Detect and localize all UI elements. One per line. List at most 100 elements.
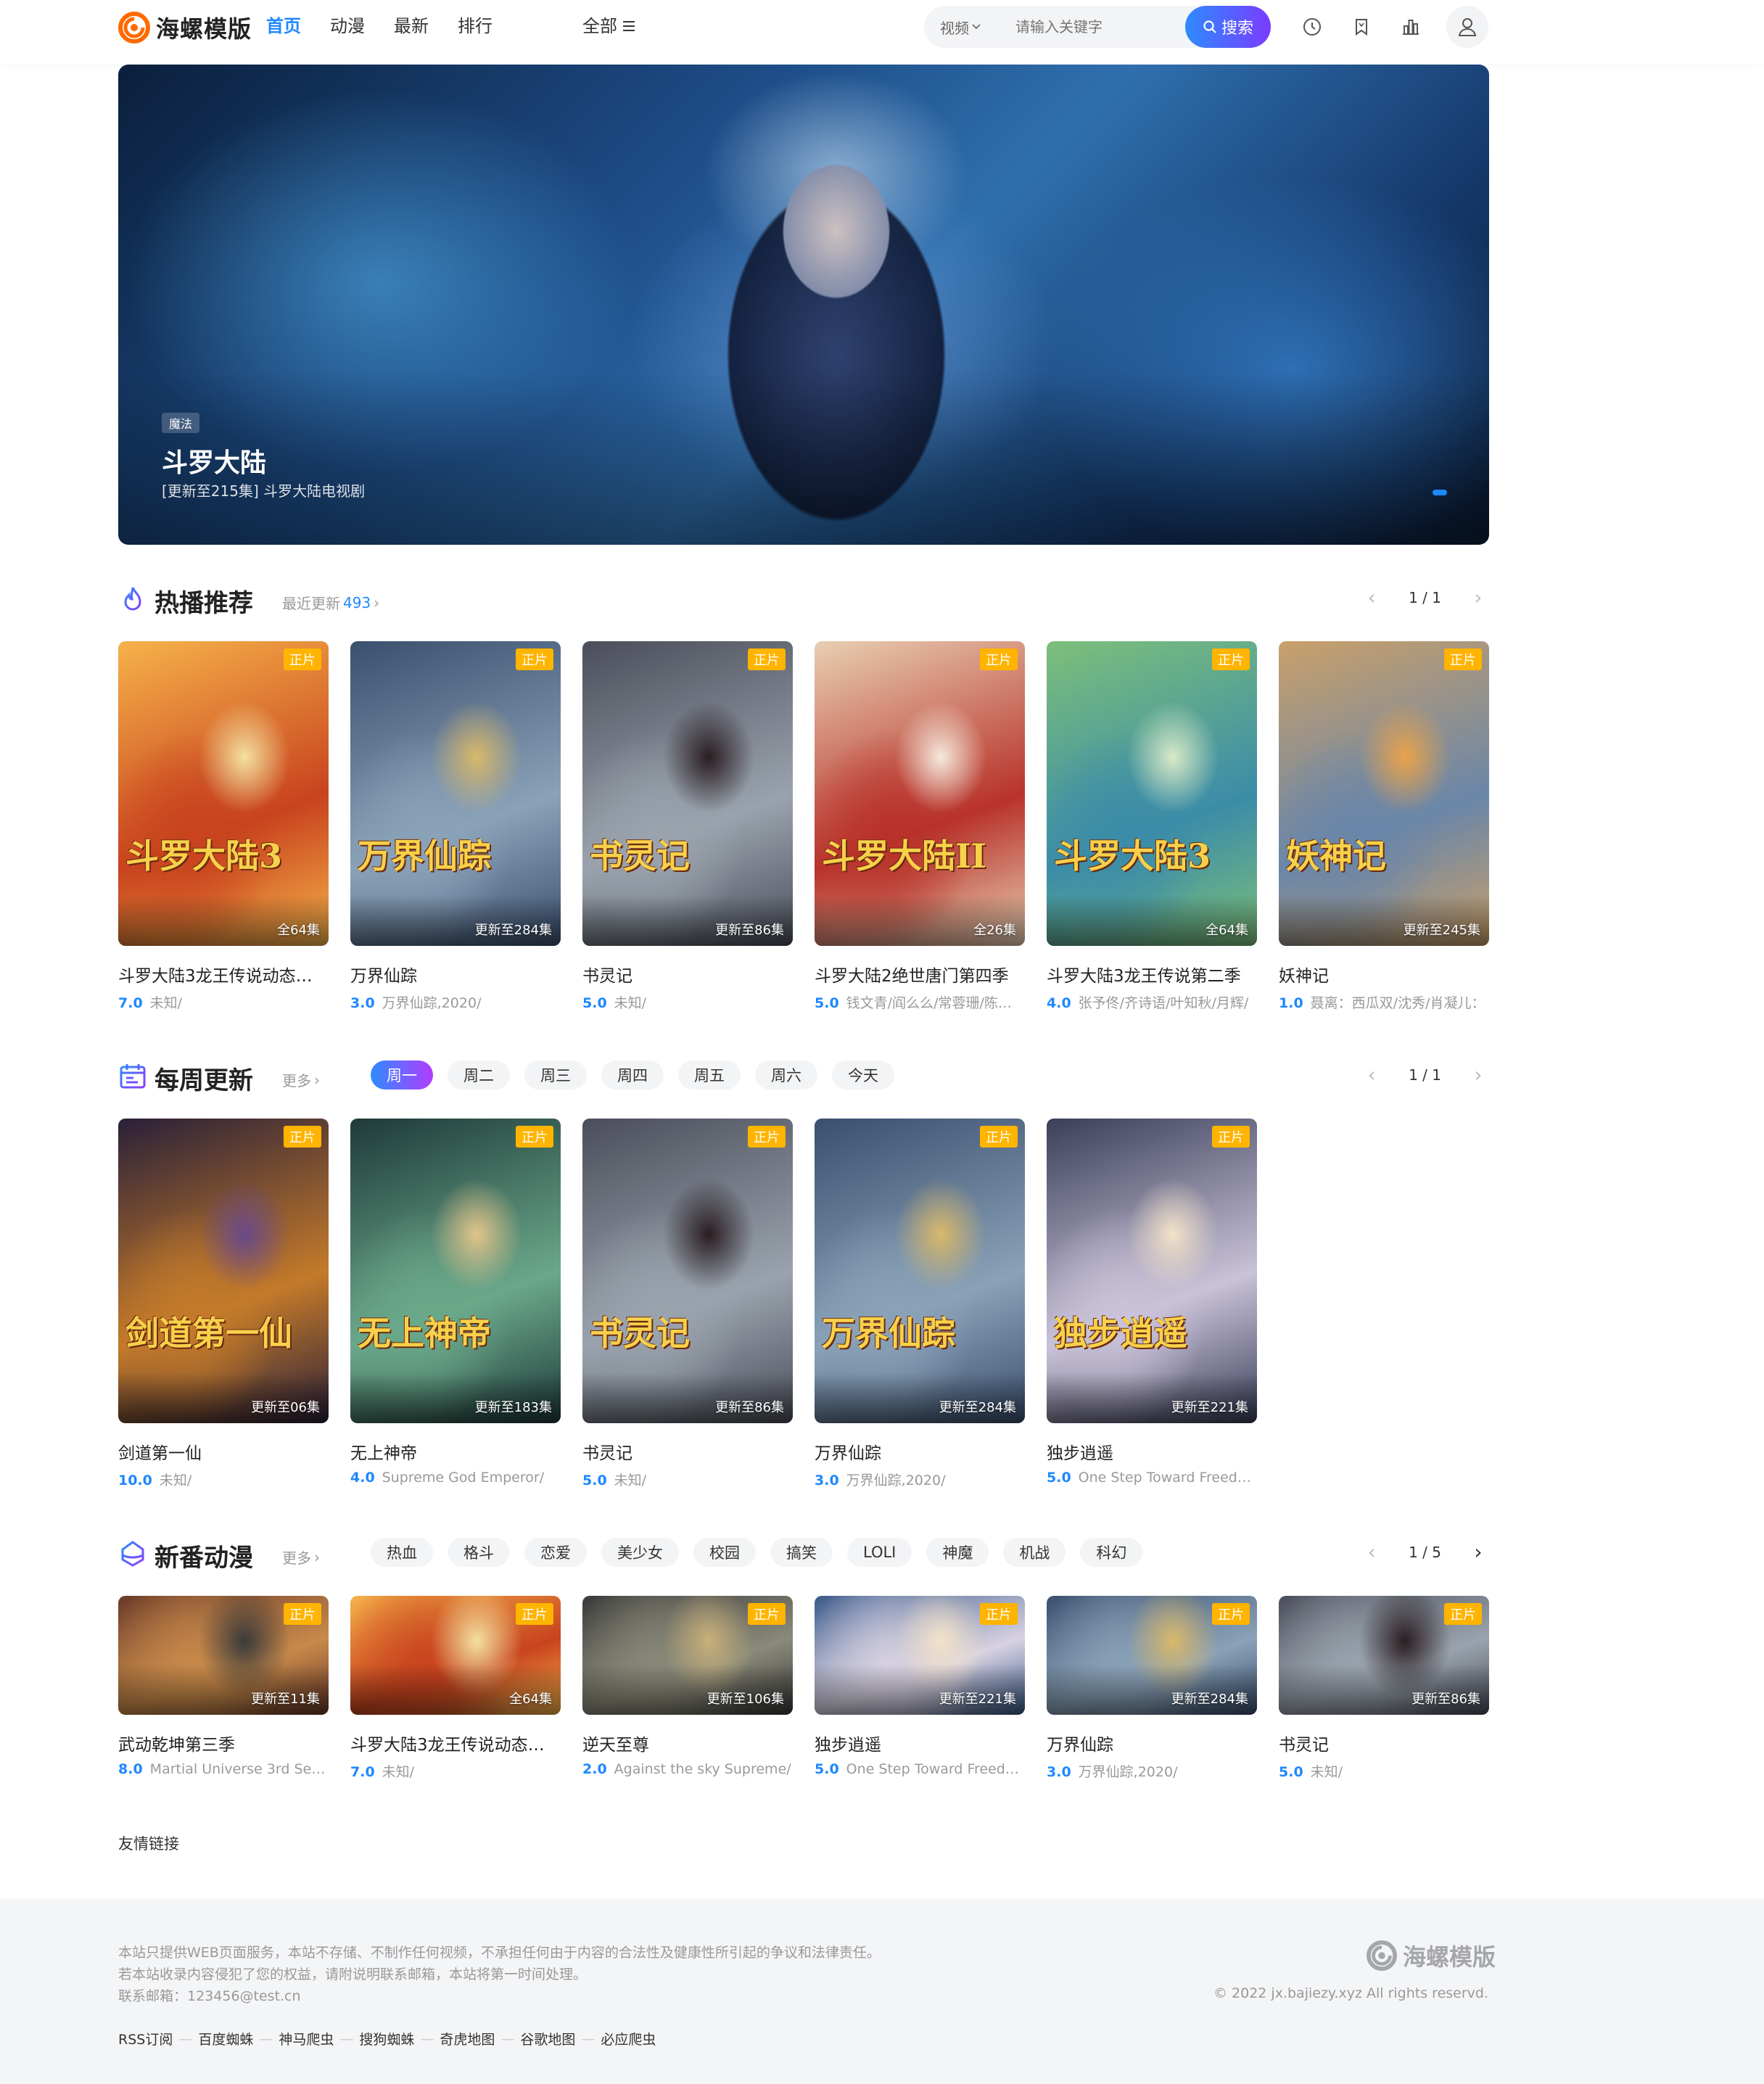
poster-image[interactable]: 书灵记 正片 更新至86集: [582, 641, 793, 946]
genre-tab[interactable]: 格斗: [448, 1538, 510, 1567]
card-title[interactable]: 万界仙踪: [350, 962, 561, 987]
newanime-card[interactable]: 正片 更新至86集 书灵记 5.0 未知/: [1279, 1596, 1489, 1781]
hot-card[interactable]: 斗罗大陆II 正片 全26集 斗罗大陆2绝世唐门第四季 5.0 钱文青/阎么么/常蓉珊/陈…: [815, 641, 1025, 1012]
card-title[interactable]: 书灵记: [582, 1439, 793, 1464]
banner-pagination-dot[interactable]: [1433, 490, 1447, 495]
poster-image[interactable]: 正片 更新至221集: [815, 1596, 1025, 1715]
footer-link[interactable]: 百度蜘蛛: [198, 2029, 253, 2048]
weekly-prev-icon[interactable]: ‹: [1361, 1065, 1382, 1085]
card-title[interactable]: 万界仙踪: [815, 1439, 1025, 1464]
poster-image[interactable]: 正片 更新至106集: [582, 1596, 793, 1715]
genre-tab[interactable]: 搞笑: [770, 1538, 833, 1567]
card-title[interactable]: 斗罗大陆3龙王传说动态漫画: [350, 1731, 561, 1755]
hot-card[interactable]: 万界仙踪 正片 更新至284集 万界仙踪 3.0 万界仙踪,2020/: [350, 641, 561, 1012]
newanime-more-link[interactable]: 更多 ›: [282, 1546, 320, 1568]
weekly-card[interactable]: 剑道第一仙 正片 更新至06集 剑道第一仙 10.0 未知/: [118, 1119, 329, 1489]
card-title[interactable]: 书灵记: [1279, 1731, 1489, 1755]
ranking-button[interactable]: [1394, 10, 1427, 44]
weekday-tab[interactable]: 周二: [448, 1060, 510, 1090]
card-title[interactable]: 万界仙踪: [1047, 1731, 1257, 1755]
weekday-tab[interactable]: 今天: [832, 1060, 894, 1090]
history-button[interactable]: [1295, 10, 1329, 44]
poster-image[interactable]: 正片 更新至86集: [1279, 1596, 1489, 1715]
card-title[interactable]: 逆天至尊: [582, 1731, 793, 1755]
hot-prev-icon[interactable]: ‹: [1361, 588, 1382, 608]
poster-image[interactable]: 正片 更新至284集: [1047, 1596, 1257, 1715]
newanime-next-icon[interactable]: ›: [1467, 1542, 1489, 1562]
nav-anime[interactable]: 动漫: [330, 15, 365, 38]
poster-image[interactable]: 万界仙踪 正片 更新至284集: [815, 1119, 1025, 1423]
poster-title-art: 万界仙踪: [358, 836, 491, 876]
search-button[interactable]: 搜索: [1185, 6, 1271, 48]
poster-image[interactable]: 正片 全64集: [350, 1596, 561, 1715]
newanime-card[interactable]: 正片 更新至221集 独步逍遥 5.0 One Step Toward Freedom/: [815, 1596, 1025, 1781]
genre-tab[interactable]: 恋爱: [524, 1538, 587, 1567]
footer-link[interactable]: 搜狗蜘蛛: [359, 2029, 414, 2048]
card-title[interactable]: 斗罗大陆2绝世唐门第四季: [815, 962, 1025, 987]
card-title[interactable]: 独步逍遥: [1047, 1439, 1257, 1464]
card-title[interactable]: 独步逍遥: [815, 1731, 1025, 1755]
footer-link[interactable]: 谷歌地图: [520, 2029, 575, 2048]
hot-card[interactable]: 妖神记 正片 更新至245集 妖神记 1.0 聂离：西瓜双/沈秀/肖凝儿：: [1279, 641, 1489, 1012]
genre-tab[interactable]: 热血: [371, 1538, 433, 1567]
newanime-prev-icon[interactable]: ‹: [1361, 1542, 1382, 1562]
poster-image[interactable]: 斗罗大陆3 正片 全64集: [1047, 641, 1257, 946]
footer-link[interactable]: 神马爬虫: [279, 2029, 334, 2048]
hot-recent-link[interactable]: 最近更新 493 ›: [282, 592, 379, 613]
poster-image[interactable]: 独步逍遥 正片 更新至221集: [1047, 1119, 1257, 1423]
poster-image[interactable]: 斗罗大陆II 正片 全26集: [815, 641, 1025, 946]
weekday-tab[interactable]: 周四: [601, 1060, 664, 1090]
card-title[interactable]: 斗罗大陆3龙王传说动态漫画: [118, 962, 329, 987]
card-title[interactable]: 武动乾坤第三季: [118, 1731, 329, 1755]
user-avatar-button[interactable]: [1446, 6, 1488, 48]
footer-link[interactable]: RSS订阅: [118, 2029, 173, 2048]
genre-tab[interactable]: 校园: [693, 1538, 756, 1567]
poster-image[interactable]: 无上神帝 正片 更新至183集: [350, 1119, 561, 1423]
poster-image[interactable]: 妖神记 正片 更新至245集: [1279, 641, 1489, 946]
hero-banner[interactable]: 魔法 斗罗大陆 [更新至215集] 斗罗大陆电视剧: [118, 65, 1489, 545]
newanime-card[interactable]: 正片 更新至11集 武动乾坤第三季 8.0 Martial Universe 3rd S…: [118, 1596, 329, 1781]
hot-card[interactable]: 斗罗大陆3 正片 全64集 斗罗大陆3龙王传说动态漫画 7.0 未知/: [118, 641, 329, 1012]
hot-next-icon[interactable]: ›: [1467, 588, 1489, 608]
weekly-card[interactable]: 万界仙踪 正片 更新至284集 万界仙踪 3.0 万界仙踪,2020/: [815, 1119, 1025, 1489]
hot-card[interactable]: 书灵记 正片 更新至86集 书灵记 5.0 未知/: [582, 641, 793, 1012]
genre-tab[interactable]: 机战: [1003, 1538, 1066, 1567]
nav-latest[interactable]: 最新: [394, 15, 429, 38]
newanime-card[interactable]: 正片 更新至106集 逆天至尊 2.0 Against the sky Supreme/: [582, 1596, 793, 1781]
weekly-next-icon[interactable]: ›: [1467, 1065, 1489, 1085]
newanime-card[interactable]: 正片 更新至284集 万界仙踪 3.0 万界仙踪,2020/: [1047, 1596, 1257, 1781]
card-title[interactable]: 无上神帝: [350, 1439, 561, 1464]
poster-image[interactable]: 斗罗大陆3 正片 全64集: [118, 641, 329, 946]
genre-tab[interactable]: 神魔: [926, 1538, 989, 1567]
card-title[interactable]: 妖神记: [1279, 962, 1489, 987]
card-title[interactable]: 剑道第一仙: [118, 1439, 329, 1464]
weekday-tab[interactable]: 周三: [524, 1060, 587, 1090]
weekly-card[interactable]: 书灵记 正片 更新至86集 书灵记 5.0 未知/: [582, 1119, 793, 1489]
footer-link[interactable]: 奇虎地图: [440, 2029, 495, 2048]
site-logo[interactable]: 海螺模版: [118, 10, 252, 45]
nav-home[interactable]: 首页: [266, 15, 301, 38]
search-input[interactable]: [1015, 18, 1174, 36]
poster-image[interactable]: 剑道第一仙 正片 更新至06集: [118, 1119, 329, 1423]
card-title[interactable]: 书灵记: [582, 962, 793, 987]
weekday-tab[interactable]: 周一: [371, 1060, 433, 1090]
weekly-more-link[interactable]: 更多 ›: [282, 1069, 320, 1090]
poster-image[interactable]: 正片 更新至11集: [118, 1596, 329, 1715]
genre-tab[interactable]: 科幻: [1080, 1538, 1143, 1567]
nav-ranking[interactable]: 排行: [458, 15, 492, 38]
hot-card[interactable]: 斗罗大陆3 正片 全64集 斗罗大陆3龙王传说第二季 4.0 张予佟/齐诗语/叶知秋/月辉…: [1047, 641, 1257, 1012]
genre-tab[interactable]: 美少女: [601, 1538, 679, 1567]
search-type-select[interactable]: 视频: [924, 17, 1015, 38]
poster-image[interactable]: 书灵记 正片 更新至86集: [582, 1119, 793, 1423]
weekday-tab[interactable]: 周六: [755, 1060, 817, 1090]
footer-link[interactable]: 必应爬虫: [601, 2029, 656, 2048]
newanime-card[interactable]: 正片 全64集 斗罗大陆3龙王传说动态漫画 7.0 未知/: [350, 1596, 561, 1781]
weekly-card[interactable]: 独步逍遥 正片 更新至221集 独步逍遥 5.0 One Step Toward Free…: [1047, 1119, 1257, 1489]
nav-all-menu[interactable]: 全部: [582, 15, 636, 38]
weekday-tab[interactable]: 周五: [678, 1060, 741, 1090]
poster-image[interactable]: 万界仙踪 正片 更新至284集: [350, 641, 561, 946]
bookmark-button[interactable]: [1345, 10, 1378, 44]
weekly-card[interactable]: 无上神帝 正片 更新至183集 无上神帝 4.0 Supreme God Emperor/: [350, 1119, 561, 1489]
genre-tab[interactable]: LOLI: [847, 1538, 912, 1567]
card-title[interactable]: 斗罗大陆3龙王传说第二季: [1047, 962, 1257, 987]
